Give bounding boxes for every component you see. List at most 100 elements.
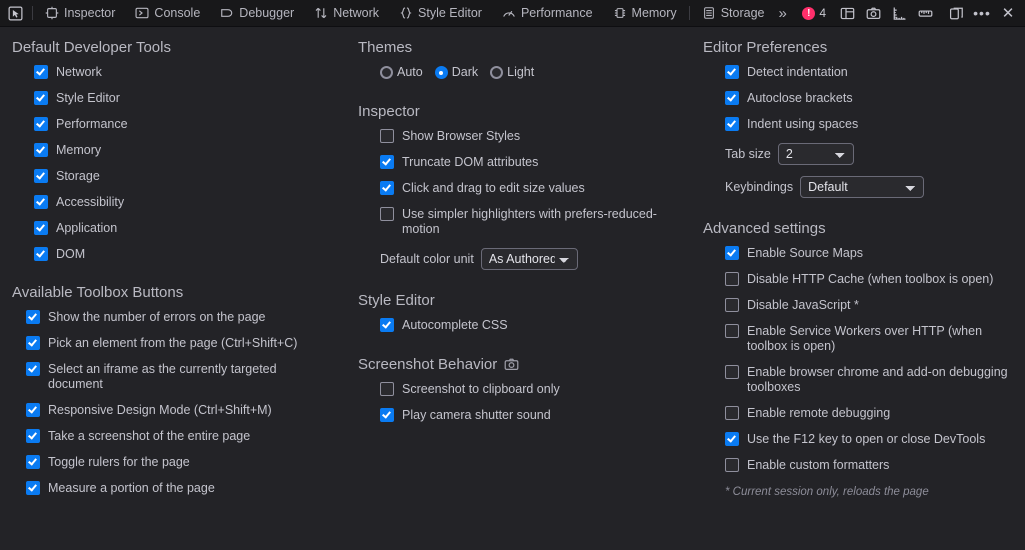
section-heading: Themes	[358, 39, 677, 56]
checkbox-row-enable-custom-formatters[interactable]: Enable custom formatters	[725, 458, 1011, 473]
radio-indicator[interactable]	[380, 66, 393, 79]
checkbox-autoclose-brackets[interactable]	[725, 91, 739, 105]
dock-panel-icon[interactable]	[943, 0, 969, 27]
checkbox-show-browser-styles[interactable]	[380, 129, 394, 143]
checkbox-row-enable-source-maps[interactable]: Enable Source Maps	[725, 246, 1011, 261]
checkbox-row-simpler-highlighters[interactable]: Use simpler highlighters with prefers-re…	[380, 207, 677, 237]
checkbox-row-truncate-dom-attributes[interactable]: Truncate DOM attributes	[380, 155, 677, 170]
checkbox-indent-using-spaces[interactable]	[725, 117, 739, 131]
tab-debugger[interactable]: Debugger	[210, 0, 304, 26]
checkbox-select-iframe[interactable]	[26, 362, 40, 376]
screenshot-camera-icon[interactable]	[860, 0, 886, 27]
checkbox-row-storage[interactable]: Storage	[34, 169, 332, 184]
debugger-icon	[220, 6, 234, 20]
checkbox-disable-http-cache[interactable]	[725, 272, 739, 286]
checkbox-row-screenshot-page[interactable]: Take a screenshot of the entire page	[26, 429, 332, 444]
radio-indicator[interactable]	[435, 66, 448, 79]
checkbox-enable-chrome-addon-debugging[interactable]	[725, 365, 739, 379]
tab-memory[interactable]: Memory	[603, 0, 687, 26]
checkbox-row-enable-remote-debugging[interactable]: Enable remote debugging	[725, 406, 1011, 421]
checkbox-storage[interactable]	[34, 169, 48, 183]
checkbox-f12-key[interactable]	[725, 432, 739, 446]
checkbox-application[interactable]	[34, 221, 48, 235]
checkbox-row-measure-portion[interactable]: Measure a portion of the page	[26, 481, 332, 496]
checkbox-row-performance[interactable]: Performance	[34, 117, 332, 132]
checkbox-row-f12-key[interactable]: Use the F12 key to open or close DevTool…	[725, 432, 1011, 447]
checkbox-row-enable-chrome-addon-debugging[interactable]: Enable browser chrome and add-on debuggi…	[725, 365, 1011, 395]
checkbox-row-toggle-rulers[interactable]: Toggle rulers for the page	[26, 455, 332, 470]
radio-theme-dark[interactable]: Dark	[435, 65, 478, 80]
tab-style-editor[interactable]: Style Editor	[389, 0, 492, 26]
checkbox-row-responsive-design-mode[interactable]: Responsive Design Mode (Ctrl+Shift+M)	[26, 403, 332, 418]
checkbox-simpler-highlighters[interactable]	[380, 207, 394, 221]
checkbox-row-accessibility[interactable]: Accessibility	[34, 195, 332, 210]
tab-label: Storage	[721, 6, 765, 20]
element-picker-icon[interactable]	[0, 0, 30, 26]
checkbox-responsive-design-mode[interactable]	[26, 403, 40, 417]
meatball-menu-icon[interactable]: •••	[969, 0, 995, 27]
checkbox-performance[interactable]	[34, 117, 48, 131]
tab-network[interactable]: Network	[304, 0, 389, 26]
tab-inspector[interactable]: Inspector	[35, 0, 125, 26]
checkbox-row-click-drag-edit[interactable]: Click and drag to edit size values	[380, 181, 677, 196]
checkbox-measure-portion[interactable]	[26, 481, 40, 495]
tab-console[interactable]: Console	[125, 0, 210, 26]
checkbox-autocomplete-css[interactable]	[380, 318, 394, 332]
checkbox-row-element-picker[interactable]: Pick an element from the page (Ctrl+Shif…	[26, 336, 332, 351]
checkbox-row-indent-using-spaces[interactable]: Indent using spaces	[725, 117, 1011, 132]
checkbox-row-autoclose-brackets[interactable]: Autoclose brackets	[725, 91, 1011, 106]
radio-theme-auto[interactable]: Auto	[380, 65, 423, 80]
checkbox-style-editor[interactable]	[34, 91, 48, 105]
checkbox-row-memory[interactable]: Memory	[34, 143, 332, 158]
tab-performance[interactable]: Performance	[492, 0, 603, 26]
checkbox-detect-indentation[interactable]	[725, 65, 739, 79]
checkbox-enable-remote-debugging[interactable]	[725, 406, 739, 420]
responsive-design-mode-icon[interactable]	[834, 0, 860, 27]
checkbox-row-detect-indentation[interactable]: Detect indentation	[725, 65, 1011, 80]
default-color-unit-select[interactable]: As Authored	[481, 248, 578, 270]
keybindings-select[interactable]: Default	[800, 176, 924, 198]
checkbox-row-network[interactable]: Network	[34, 65, 332, 80]
checkbox-row-show-error-count[interactable]: Show the number of errors on the page	[26, 310, 332, 325]
checkbox-row-show-browser-styles[interactable]: Show Browser Styles	[380, 129, 677, 144]
checkbox-label: Use the F12 key to open or close DevTool…	[747, 432, 985, 447]
measure-icon[interactable]	[912, 0, 938, 27]
rulers-icon[interactable]	[886, 0, 912, 27]
checkbox-click-drag-edit[interactable]	[380, 181, 394, 195]
checkbox-network[interactable]	[34, 65, 48, 79]
advanced-settings-list: Enable Source Maps Disable HTTP Cache (w…	[703, 246, 1011, 473]
checkbox-enable-source-maps[interactable]	[725, 246, 739, 260]
checkbox-row-camera-shutter-sound[interactable]: Play camera shutter sound	[380, 408, 677, 423]
checkbox-toggle-rulers[interactable]	[26, 455, 40, 469]
checkbox-row-dom[interactable]: DOM	[34, 247, 332, 262]
checkbox-row-application[interactable]: Application	[34, 221, 332, 236]
checkbox-enable-custom-formatters[interactable]	[725, 458, 739, 472]
checkbox-memory[interactable]	[34, 143, 48, 157]
radio-indicator[interactable]	[490, 66, 503, 79]
checkbox-show-error-count[interactable]	[26, 310, 40, 324]
radio-theme-light[interactable]: Light	[490, 65, 534, 80]
checkbox-row-disable-http-cache[interactable]: Disable HTTP Cache (when toolbox is open…	[725, 272, 1011, 287]
checkbox-label: Select an iframe as the currently target…	[48, 362, 332, 392]
console-icon	[135, 6, 149, 20]
checkbox-row-disable-javascript[interactable]: Disable JavaScript *	[725, 298, 1011, 313]
checkbox-row-select-iframe[interactable]: Select an iframe as the currently target…	[26, 362, 332, 392]
close-icon[interactable]: ✕	[995, 0, 1021, 27]
checkbox-accessibility[interactable]	[34, 195, 48, 209]
overflow-chevron-icon[interactable]: »	[774, 0, 792, 26]
checkbox-camera-shutter-sound[interactable]	[380, 408, 394, 422]
checkbox-row-enable-service-workers[interactable]: Enable Service Workers over HTTP (when t…	[725, 324, 1011, 354]
checkbox-screenshot-page[interactable]	[26, 429, 40, 443]
tab-storage[interactable]: Storage	[692, 0, 775, 26]
checkbox-row-style-editor[interactable]: Style Editor	[34, 91, 332, 106]
checkbox-truncate-dom-attributes[interactable]	[380, 155, 394, 169]
checkbox-element-picker[interactable]	[26, 336, 40, 350]
checkbox-enable-service-workers[interactable]	[725, 324, 739, 338]
error-count-button[interactable]: ! 4	[798, 6, 834, 20]
checkbox-row-autocomplete-css[interactable]: Autocomplete CSS	[380, 318, 677, 333]
checkbox-row-screenshot-clipboard-only[interactable]: Screenshot to clipboard only	[380, 382, 677, 397]
tab-size-select[interactable]: 2	[778, 143, 854, 165]
checkbox-screenshot-clipboard-only[interactable]	[380, 382, 394, 396]
checkbox-dom[interactable]	[34, 247, 48, 261]
checkbox-disable-javascript[interactable]	[725, 298, 739, 312]
